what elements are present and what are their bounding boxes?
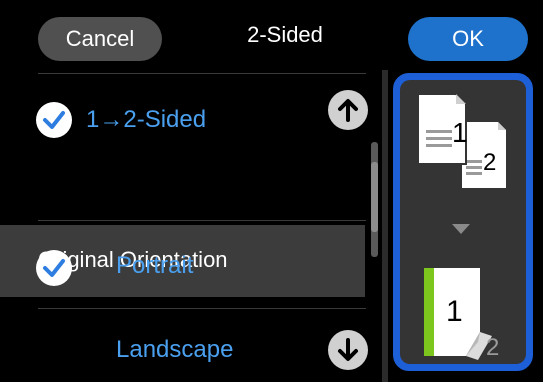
divider [38,220,366,221]
page-title: 2-Sided [247,22,323,47]
arrow-down-icon [452,224,470,234]
result-front-number: 1 [446,295,463,328]
ok-button[interactable]: OK [408,17,528,61]
page-back-number: 2 [483,149,497,176]
scrollbar-thumb[interactable] [371,162,378,232]
result-back-number: 2 [486,334,500,361]
cancel-button[interactable]: Cancel [38,17,162,61]
option-portrait[interactable]: Portrait [0,230,362,306]
check-circle-icon [36,102,72,138]
option-two-sided-label: 1→2-Sided [86,106,207,133]
header-bar: Cancel 2-Sided OK [0,0,543,70]
option-portrait-label: Portrait [116,252,194,279]
option-landscape-label: Landscape [116,336,234,363]
option-two-sided[interactable]: 1→2-Sided [0,82,362,158]
settings-list: 1→2-Sided Original Orientation Portrait … [0,70,382,382]
page-front-number: 1 [452,117,468,148]
screen: Cancel 2-Sided OK 1→2-Sided Original Ori… [0,0,543,382]
scroll-up-icon[interactable] [328,90,368,130]
divider [38,73,366,74]
scroll-down-icon[interactable] [328,330,368,370]
option-landscape[interactable]: Landscape [0,310,362,382]
divider [38,308,366,309]
check-circle-icon [36,250,72,286]
